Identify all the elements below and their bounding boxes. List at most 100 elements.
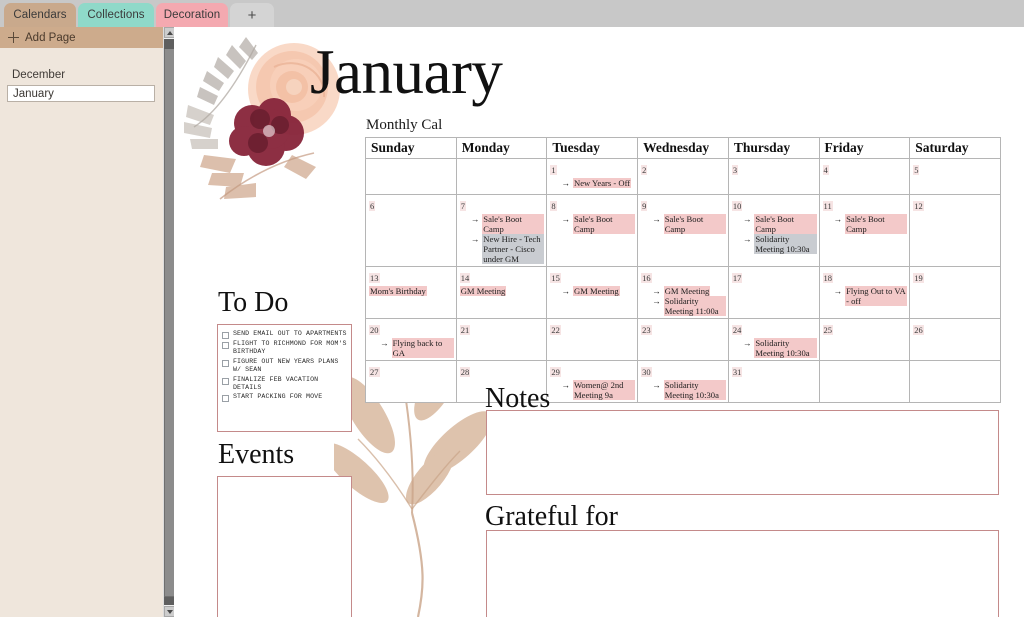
calendar-day-cell[interactable]: 19	[909, 266, 1001, 319]
calendar-day-cell[interactable]: 18 → Flying Out to VA - off	[818, 266, 911, 319]
arrow-icon: →	[742, 214, 752, 224]
calendar-day-cell[interactable]: 16 → GM Meeting → Solidarity Meeting 11:00a	[637, 266, 729, 319]
calendar-event[interactable]: → Women@ 2nd Meeting 9a	[561, 380, 636, 400]
calendar-day-cell[interactable]: 14 →GM Meeting	[455, 266, 548, 319]
calendar-day-cell[interactable]: 13 →Mom's Birthday	[365, 266, 457, 319]
day-number: 9	[641, 201, 648, 211]
day-number: 24	[731, 325, 743, 335]
calendar-event[interactable]: → Solidarity Meeting 10:30a	[743, 338, 817, 358]
calendar-day-cell[interactable]: 21	[455, 318, 548, 361]
calendar-day-cell[interactable]: 22	[546, 318, 639, 361]
calendar-week-row: 6 7 → Sale's Boot Camp → New Hire - Tech Part…	[365, 194, 1001, 267]
calendar-day-cell[interactable]: 10 → Sale's Boot Camp → Solidarity Meeting 1…	[727, 194, 820, 267]
calendar-day-cell[interactable]: 23	[637, 318, 729, 361]
calendar-event[interactable]: →Mom's Birthday	[369, 286, 454, 296]
calendar-day-cell[interactable]: 26	[909, 318, 1001, 361]
calendar-event[interactable]: → Solidarity Meeting 10:30a	[652, 380, 726, 400]
todo-item[interactable]: START PACKING FOR MOVE	[222, 393, 350, 403]
sidebar-item-january[interactable]: January	[7, 85, 155, 102]
calendar-event[interactable]: → Flying Out to VA - off	[834, 286, 908, 306]
calendar-event[interactable]: → Sale's Boot Camp	[652, 214, 726, 234]
day-number: 12	[913, 201, 924, 211]
tab-[interactable]: +	[230, 3, 274, 27]
calendar-event[interactable]: → Sale's Boot Camp	[561, 214, 636, 234]
calendar-day-cell[interactable]: 7 → Sale's Boot Camp → New Hire - Tech Partn…	[455, 194, 548, 267]
day-number: 26	[913, 325, 924, 335]
day-number: 27	[369, 367, 380, 377]
calendar-event[interactable]: → Sale's Boot Camp	[743, 214, 817, 234]
arrow-icon: →	[470, 234, 480, 244]
notes-box[interactable]	[486, 410, 999, 495]
arrow-icon: →	[742, 338, 752, 348]
calendar-day-cell[interactable]: 6	[365, 194, 457, 267]
grateful-box[interactable]	[486, 530, 999, 617]
calendar-day-cell[interactable]	[909, 360, 1001, 403]
tab-collections[interactable]: Collections	[78, 3, 154, 27]
calendar-event[interactable]: → New Years - Off	[561, 178, 635, 188]
calendar-event[interactable]: →GM Meeting	[561, 286, 635, 296]
page-canvas[interactable]: January Monthly Cal Sunday Monday Tuesday W…	[174, 27, 1024, 617]
calendar-day-cell[interactable]: 24 → Solidarity Meeting 10:30a	[727, 318, 820, 361]
vertical-scrollbar[interactable]	[163, 27, 175, 617]
calendar-day-cell[interactable]: 5	[909, 158, 1001, 195]
calendar-event-label: Sale's Boot Camp	[482, 214, 545, 234]
sidebar: Add Page December January	[0, 27, 163, 617]
calendar-day-cell[interactable]	[365, 158, 457, 195]
day-number: 29	[550, 367, 561, 377]
todo-checkbox[interactable]	[222, 395, 229, 403]
calendar-day-cell[interactable]: 29 → Women@ 2nd Meeting 9a	[546, 360, 639, 403]
calendar-day-cell[interactable]: 8 → Sale's Boot Camp	[546, 194, 639, 267]
calendar-event[interactable]: →GM Meeting	[459, 286, 545, 296]
day-number: 30	[641, 367, 652, 377]
calendar-day-cell[interactable]: 11 → Sale's Boot Camp	[818, 194, 911, 267]
calendar-day-cell[interactable]: 17	[727, 266, 820, 319]
arrow-icon: →	[833, 214, 843, 224]
calendar-event-label: GM Meeting	[573, 286, 620, 296]
tab-decoration[interactable]: Decoration	[156, 3, 228, 27]
calendar-day-cell[interactable]: 9 → Sale's Boot Camp	[637, 194, 729, 267]
day-number: 14	[459, 273, 471, 283]
calendar-event-label: Sale's Boot Camp	[754, 214, 817, 234]
arrow-icon: →	[652, 286, 661, 296]
tab-label: Decoration	[163, 9, 221, 21]
calendar-event-label: Solidarity Meeting 10:30a	[754, 338, 817, 358]
todo-checkbox[interactable]	[222, 342, 229, 349]
calendar-day-cell[interactable]: 30 → Solidarity Meeting 10:30a	[637, 360, 729, 403]
day-number: 20	[369, 325, 380, 335]
calendar-day-cell[interactable]: 27	[365, 360, 457, 403]
todo-item[interactable]: FLIGHT TO RICHMOND FOR MOM'S BIRTHDAY	[222, 340, 350, 357]
todo-checkbox[interactable]	[222, 332, 229, 339]
day-event-list: → Solidarity Meeting 10:30a	[732, 338, 817, 358]
monthly-calendar[interactable]: Sunday Monday Tuesday Wednesday Thursday Frid…	[365, 137, 1001, 403]
add-page-button[interactable]: Add Page	[0, 27, 163, 48]
calendar-day-cell[interactable]: 2	[637, 158, 729, 195]
calendar-day-cell[interactable]: 31	[727, 360, 820, 403]
calendar-event[interactable]: → Solidarity Meeting 11:00a	[652, 296, 726, 316]
todo-item[interactable]: FIGURE OUT NEW YEARS PLANS W/ SEAN	[222, 358, 350, 375]
todo-checkbox[interactable]	[222, 377, 229, 385]
calendar-header-thursday: Thursday	[727, 137, 820, 159]
calendar-day-cell[interactable]: 1 → New Years - Off	[546, 158, 639, 195]
calendar-event[interactable]: → Flying back to GA	[380, 338, 454, 358]
sidebar-group-label: December	[12, 69, 66, 81]
calendar-event[interactable]: → Sale's Boot Camp	[834, 214, 908, 234]
todo-item[interactable]: SEND EMAIL OUT TO APARTMENTS	[222, 330, 350, 339]
events-box[interactable]	[217, 476, 352, 617]
calendar-event[interactable]: →GM Meeting	[652, 286, 726, 296]
tab-calendars[interactable]: Calendars	[4, 3, 76, 27]
calendar-day-cell[interactable]	[818, 360, 911, 403]
todo-checkbox[interactable]	[222, 359, 229, 367]
arrow-icon: →	[833, 286, 843, 296]
calendar-day-cell[interactable]: 20 → Flying back to GA	[365, 318, 457, 361]
calendar-day-cell[interactable]: 12	[909, 194, 1001, 267]
calendar-event[interactable]: → New Hire - Tech Partner - Cisco under G…	[471, 234, 545, 264]
todo-item[interactable]: FINALIZE FEB VACATION DETAILS	[222, 376, 350, 393]
calendar-event[interactable]: → Sale's Boot Camp	[471, 214, 545, 234]
calendar-event[interactable]: → Solidarity Meeting 10:30a	[743, 234, 817, 254]
calendar-day-cell[interactable]: 4	[818, 158, 911, 195]
calendar-day-cell[interactable]: 15 → GM Meeting	[546, 266, 639, 319]
calendar-day-cell[interactable]: 25	[818, 318, 911, 361]
app-window: Calendars Collections Decoration + Add Page…	[0, 0, 1024, 617]
calendar-day-cell[interactable]: 3	[727, 158, 820, 195]
calendar-day-cell[interactable]	[455, 158, 548, 195]
